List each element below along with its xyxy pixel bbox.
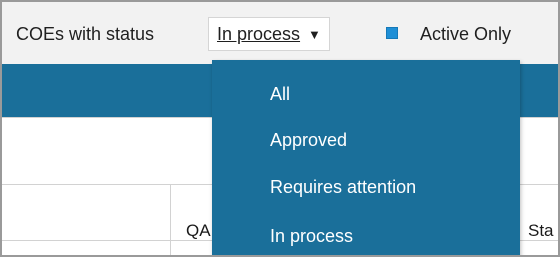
dropdown-option-requires-attention[interactable]: Requires attention	[270, 177, 416, 198]
column-divider	[170, 184, 171, 255]
status-select[interactable]: In process ▼	[208, 17, 330, 51]
dropdown-option-all[interactable]: All	[270, 84, 290, 105]
screen-frame: COEs with status In process ▼ Active Onl…	[0, 0, 560, 257]
dropdown-option-approved[interactable]: Approved	[270, 130, 347, 151]
filter-label: COEs with status	[16, 24, 155, 44]
filter-toolbar: COEs with status In process ▼ Active Onl…	[2, 2, 558, 64]
active-only-label[interactable]: Active Only	[420, 24, 511, 45]
dropdown-option-in-process[interactable]: In process	[270, 226, 353, 247]
column-header-qa[interactable]: QA	[186, 221, 211, 241]
active-only-checkbox[interactable]	[386, 27, 398, 39]
status-dropdown-menu: All Approved Requires attention In proce…	[212, 60, 520, 255]
column-header-status[interactable]: Sta	[528, 221, 554, 241]
triangle-down-icon: ▼	[308, 26, 321, 42]
status-select-value: In process	[217, 23, 301, 44]
